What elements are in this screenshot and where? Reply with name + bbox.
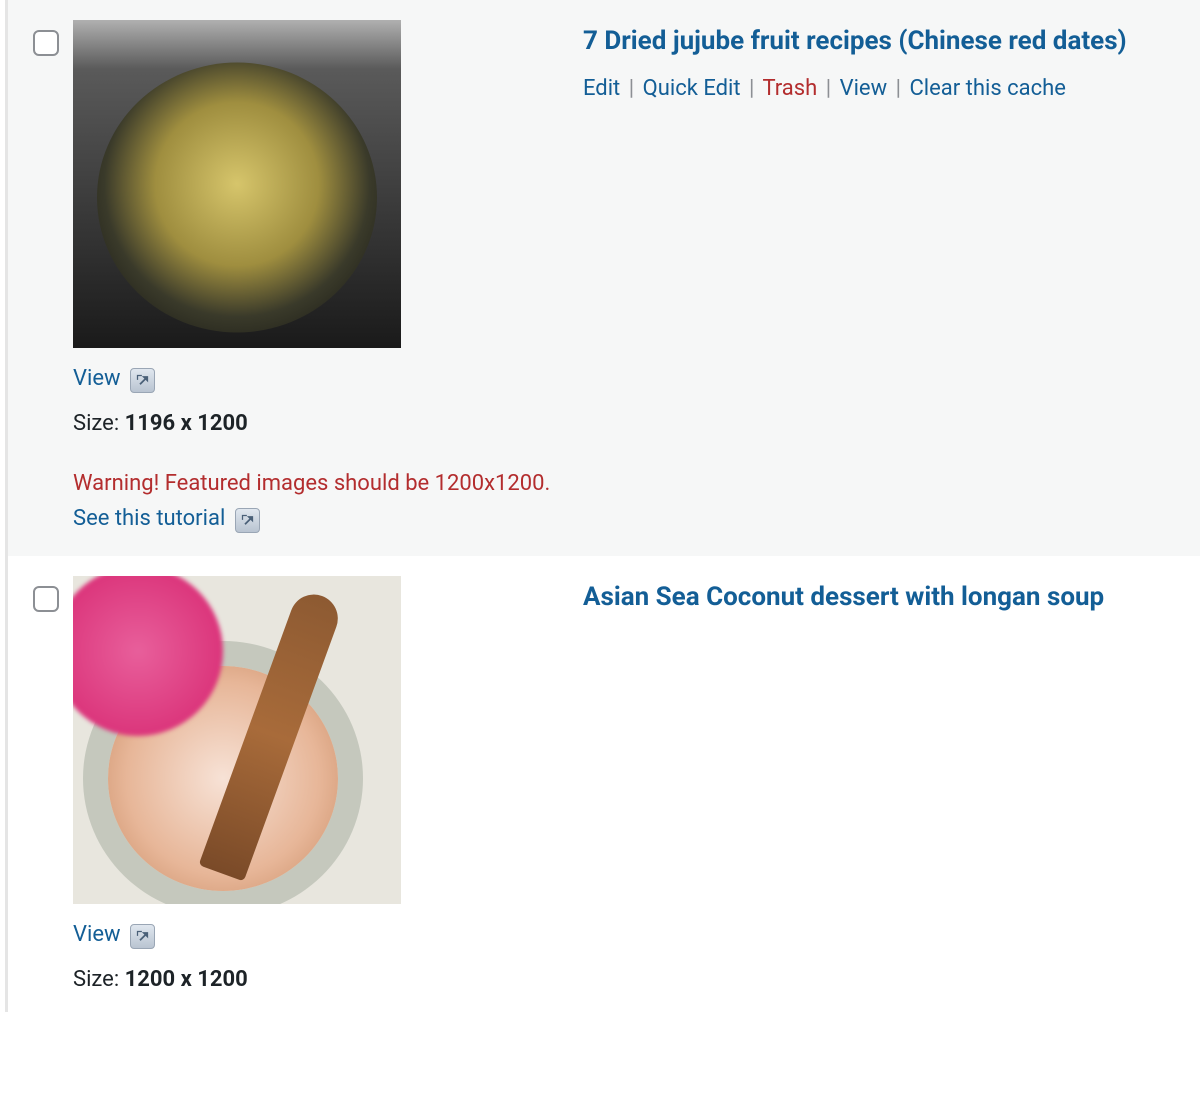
view-label: View <box>73 366 121 391</box>
post-title-link[interactable]: Asian Sea Coconut dessert with longan so… <box>583 582 1104 612</box>
clear-cache-link[interactable]: Clear this cache <box>909 76 1065 101</box>
checkbox-cell <box>18 20 73 56</box>
view-image-link[interactable]: View <box>73 922 155 947</box>
separator: | <box>629 76 634 101</box>
tutorial-label: See this tutorial <box>73 506 225 531</box>
image-size-line: Size: 1196 x 1200 <box>73 411 568 436</box>
warning-text: Warning! Featured images should be 1200x… <box>73 471 550 496</box>
size-prefix: Size: <box>73 411 119 436</box>
separator: | <box>896 76 901 101</box>
separator: | <box>826 76 831 101</box>
checkbox-cell <box>18 576 73 612</box>
image-size-warning: Warning! Featured images should be 1200x… <box>73 466 568 536</box>
row-select-checkbox[interactable] <box>33 586 59 612</box>
view-label: View <box>73 922 121 947</box>
row-select-checkbox[interactable] <box>33 30 59 56</box>
view-image-line: View <box>73 922 568 949</box>
title-cell: Asian Sea Coconut dessert with longan so… <box>583 576 1200 615</box>
separator: | <box>749 76 754 101</box>
external-link-icon <box>130 368 155 393</box>
image-size-value: 1196 x 1200 <box>125 411 248 436</box>
tutorial-link[interactable]: See this tutorial <box>73 506 260 531</box>
external-link-icon <box>235 508 260 533</box>
featured-image-cell: View Size: 1196 x 1200 Warning! Featured… <box>73 20 583 536</box>
post-title-link[interactable]: 7 Dried jujube fruit recipes (Chinese re… <box>583 26 1127 56</box>
image-size-line: Size: 1200 x 1200 <box>73 967 568 992</box>
external-link-icon <box>130 924 155 949</box>
quick-edit-link[interactable]: Quick Edit <box>643 76 741 101</box>
table-row: View Size: 1200 x 1200 Asian Sea Coconut… <box>8 556 1200 1012</box>
title-cell: 7 Dried jujube fruit recipes (Chinese re… <box>583 20 1200 106</box>
view-image-link[interactable]: View <box>73 366 155 391</box>
trash-link[interactable]: Trash <box>762 76 817 101</box>
table-row: View Size: 1196 x 1200 Warning! Featured… <box>8 0 1200 556</box>
view-post-link[interactable]: View <box>840 76 888 101</box>
posts-table: View Size: 1196 x 1200 Warning! Featured… <box>5 0 1200 1012</box>
featured-image-cell: View Size: 1200 x 1200 <box>73 576 583 992</box>
edit-link[interactable]: Edit <box>583 76 620 101</box>
decorative-flower <box>73 576 223 736</box>
view-image-line: View <box>73 366 568 393</box>
row-actions: Edit | Quick Edit | Trash | View | Clear… <box>583 71 1180 106</box>
featured-image-thumbnail <box>73 20 401 348</box>
image-size-value: 1200 x 1200 <box>125 967 248 992</box>
size-prefix: Size: <box>73 967 119 992</box>
featured-image-thumbnail <box>73 576 401 904</box>
